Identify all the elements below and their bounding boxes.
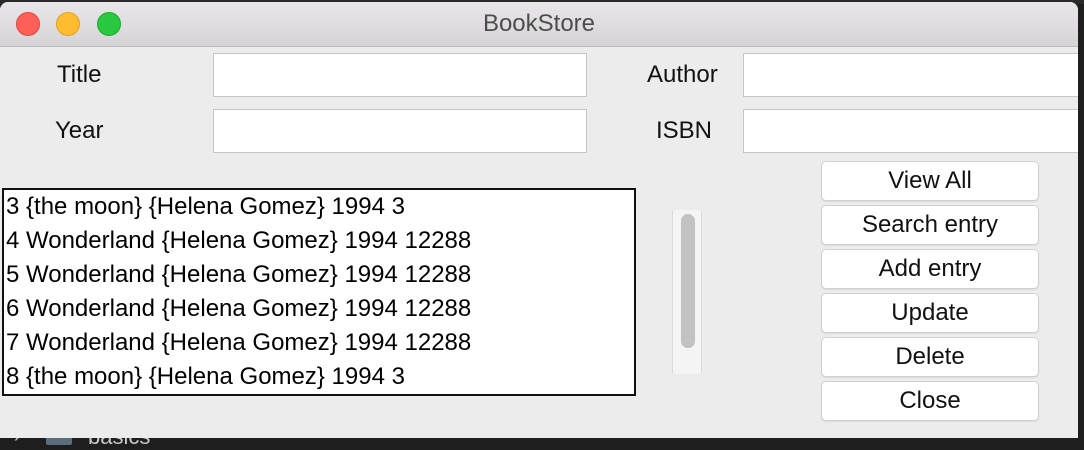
list-item[interactable]: 4 Wonderland {Helena Gomez} 1994 12288 [4, 224, 634, 258]
delete-button[interactable]: Delete [821, 337, 1039, 377]
scrollbar-thumb[interactable] [681, 214, 695, 348]
add-entry-button[interactable]: Add entry [821, 249, 1039, 289]
window-title: BookStore [482, 10, 596, 37]
search-entry-button[interactable]: Search entry [821, 205, 1039, 245]
list-item[interactable]: 8 {the moon} {Helena Gomez} 1994 3 [4, 360, 634, 394]
isbn-label: ISBN [656, 117, 713, 144]
listbox-scrollbar[interactable] [672, 210, 702, 374]
title-label: Title [57, 61, 102, 88]
list-item[interactable]: 6 Wonderland {Helena Gomez} 1994 12288 [4, 292, 634, 326]
isbn-input[interactable] [743, 109, 1078, 153]
year-label: Year [55, 117, 104, 144]
title-input[interactable] [213, 53, 587, 97]
bookstore-window: BookStore Title Author Year ISBN 3 {the … [0, 2, 1078, 438]
author-label: Author [647, 61, 718, 88]
list-item[interactable]: 5 Wonderland {Helena Gomez} 1994 12288 [4, 258, 634, 292]
book-listbox[interactable]: 3 {the moon} {Helena Gomez} 1994 3 4 Won… [2, 188, 636, 396]
author-input[interactable] [743, 53, 1078, 97]
update-button[interactable]: Update [821, 293, 1039, 333]
list-item[interactable]: 7 Wonderland {Helena Gomez} 1994 12288 [4, 326, 634, 360]
close-button[interactable]: Close [821, 381, 1039, 421]
main-content: Title Author Year ISBN 3 {the moon} {Hel… [0, 47, 1078, 438]
view-all-button[interactable]: View All [821, 161, 1039, 201]
list-item[interactable]: 3 {the moon} {Helena Gomez} 1994 3 [4, 190, 634, 224]
title-bar[interactable]: BookStore [0, 2, 1078, 47]
year-input[interactable] [213, 109, 587, 153]
